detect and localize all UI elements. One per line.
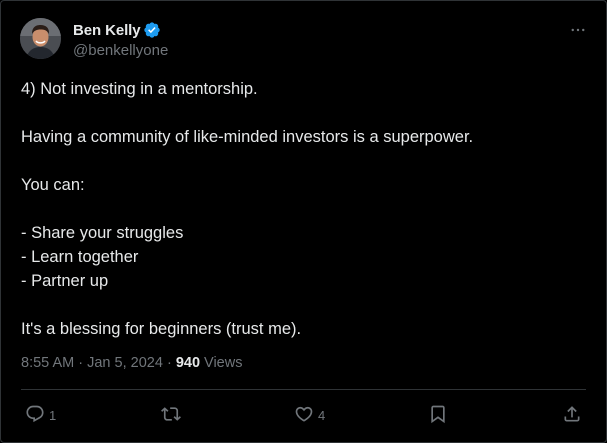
reply-button[interactable]: 1 [25, 401, 56, 427]
avatar-photo [20, 18, 61, 59]
retweet-icon [161, 404, 181, 424]
tweet-meta: 8:55 AM · Jan 5, 2024 · 940 Views [21, 355, 242, 371]
share-button[interactable] [562, 401, 582, 427]
tweet-line-gap [21, 101, 586, 125]
like-count: 4 [318, 408, 326, 423]
reply-count: 1 [49, 408, 57, 423]
tweet-date[interactable]: Jan 5, 2024 [87, 355, 163, 371]
tweet-header: Ben Kelly @benkellyone [20, 18, 588, 62]
tweet-line: - Partner up [21, 272, 109, 290]
tweet-line: - Share your struggles [21, 224, 184, 242]
tweet-line-gap [21, 149, 586, 173]
more-icon[interactable] [568, 20, 588, 40]
divider [21, 389, 586, 390]
tweet-time[interactable]: 8:55 AM [21, 355, 74, 371]
reply-icon [25, 404, 45, 424]
display-name-row: Ben Kelly [73, 21, 168, 39]
tweet-line: It's a blessing for beginners (trust me)… [21, 320, 302, 338]
views-count: 940 [175, 355, 201, 371]
share-icon [562, 404, 582, 424]
tweet-line-gap [21, 293, 586, 317]
tweet-card: Ben Kelly @benkellyone 4) Not investing … [0, 0, 607, 443]
retweet-button[interactable] [161, 401, 185, 427]
meta-separator: · [78, 355, 84, 371]
bookmark-icon [428, 404, 448, 424]
meta-separator: · [166, 355, 172, 371]
display-name[interactable]: Ben Kelly [73, 22, 141, 39]
author-handle[interactable]: @benkellyone [73, 42, 168, 59]
tweet-text: 4) Not investing in a mentorship. Having… [21, 77, 586, 341]
verified-badge-icon[interactable] [143, 21, 161, 39]
avatar[interactable] [20, 18, 61, 59]
views-label: Views [204, 355, 243, 371]
tweet-line: - Learn together [21, 248, 139, 266]
heart-icon [294, 404, 314, 424]
tweet-line: 4) Not investing in a mentorship. [21, 80, 258, 98]
like-button[interactable]: 4 [294, 401, 325, 427]
tweet-line-gap [21, 197, 586, 221]
author-names: Ben Kelly @benkellyone [73, 21, 168, 60]
action-bar: 1 4 [1, 401, 606, 427]
bookmark-button[interactable] [428, 401, 448, 427]
tweet-line: Having a community of like-minded invest… [21, 128, 474, 146]
tweet-line: You can: [21, 176, 85, 194]
